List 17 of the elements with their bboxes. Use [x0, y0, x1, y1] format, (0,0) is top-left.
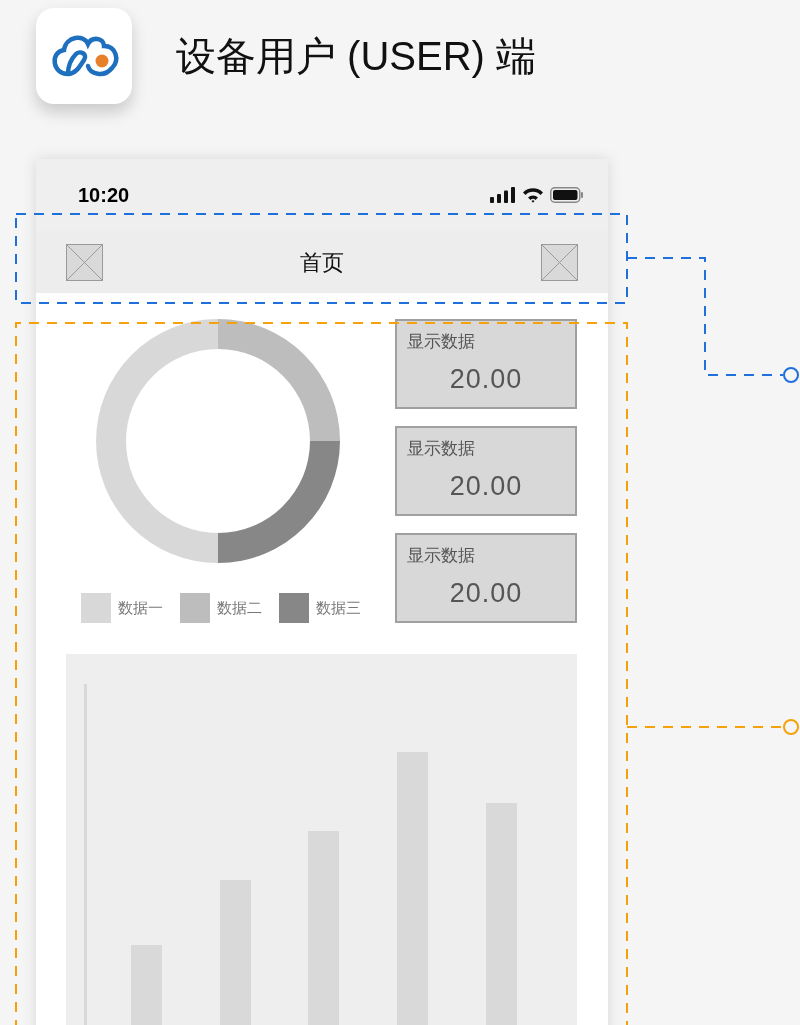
signal-icon: [490, 187, 516, 203]
battery-icon: [550, 187, 584, 203]
stat-label: 显示数据: [407, 438, 475, 460]
stat-label: 显示数据: [407, 331, 475, 353]
stat-value: 20.00: [449, 469, 523, 503]
stat-label: 显示数据: [407, 545, 475, 567]
page-title: 设备用户 (USER) 端: [176, 36, 536, 76]
stat-value: 20.00: [449, 576, 523, 610]
legend-label: 数据一: [118, 597, 163, 618]
legend-label: 数据三: [316, 597, 361, 618]
status-time: 10:20: [78, 183, 130, 208]
image-placeholder-icon[interactable]: [66, 243, 103, 281]
nav-title: 首页: [300, 248, 344, 277]
wifi-icon: [522, 187, 544, 203]
image-placeholder-icon[interactable]: [541, 243, 578, 281]
legend-label: 数据二: [217, 597, 262, 618]
stat-value: 20.00: [449, 362, 523, 396]
